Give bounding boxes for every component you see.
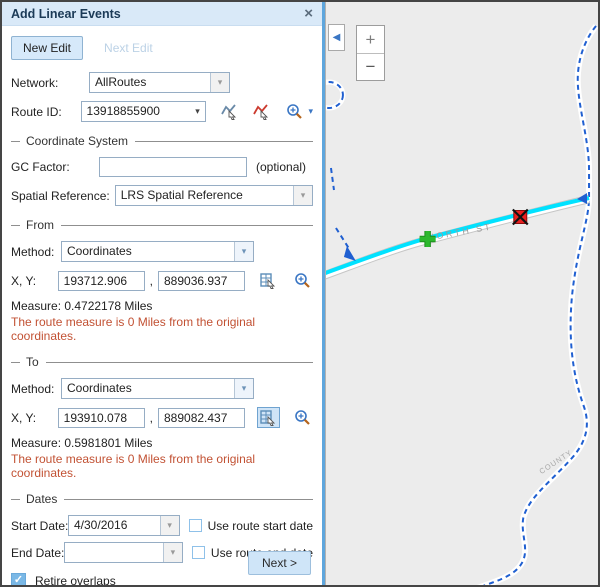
zoom-to-point-icon[interactable] [292, 407, 313, 428]
to-xy-label: X, Y: [11, 411, 58, 425]
coordinate-system-section-header: Coordinate System [11, 134, 313, 148]
from-x-input[interactable] [58, 271, 145, 291]
to-method-label: Method: [11, 382, 61, 396]
map-canvas: NORTH ST COUNTY [326, 2, 598, 585]
to-x-input[interactable] [58, 408, 145, 428]
route-id-value: 13918855900 [82, 102, 190, 121]
gc-factor-label: GC Factor: [11, 160, 99, 174]
network-value: AllRoutes [90, 73, 210, 92]
end-date-value [65, 543, 163, 562]
end-date-dropdown[interactable]: ▾ [64, 542, 183, 563]
stream-casing [477, 26, 596, 585]
dates-section-header: Dates [11, 492, 313, 506]
zoom-to-route-icon[interactable] [284, 101, 305, 122]
spatial-reference-value: LRS Spatial Reference [116, 186, 293, 205]
from-section-header: From [11, 218, 313, 232]
end-date-label: End Date: [11, 546, 64, 560]
select-route-red-icon[interactable] [250, 101, 273, 122]
zoom-out-button[interactable]: − [357, 53, 384, 80]
pond-casing [326, 82, 343, 108]
chevron-down-icon[interactable]: ▾ [293, 186, 312, 205]
optional-hint: (optional) [256, 160, 306, 174]
use-route-start-date-checkbox[interactable] [189, 519, 202, 532]
chevron-down-icon[interactable]: ▾ [308, 106, 313, 117]
check-icon: ✓ [14, 575, 23, 585]
next-edit-button[interactable]: Next Edit [92, 36, 165, 60]
close-icon[interactable]: × [304, 6, 313, 21]
map-view[interactable]: NORTH ST COUNTY ◀ + − [325, 2, 598, 585]
from-warning-text: The route measure is 0 Miles from the or… [11, 315, 313, 343]
tributary-line [336, 228, 350, 250]
gc-factor-input[interactable] [99, 157, 247, 177]
to-point-marker [513, 210, 528, 225]
chevron-down-icon[interactable]: ▾ [160, 516, 179, 535]
retire-overlaps-label: Retire overlaps [35, 574, 116, 586]
chevron-down-icon[interactable]: ▾ [210, 73, 229, 92]
route-id-label: Route ID: [11, 105, 81, 119]
panel-content: New Edit Next Edit Network: AllRoutes ▾ … [2, 26, 322, 585]
road-casing [326, 199, 589, 277]
network-label: Network: [11, 76, 89, 90]
pick-coordinates-icon-active[interactable] [257, 407, 280, 428]
route-id-combobox[interactable]: 13918855900 ▾ [81, 101, 207, 122]
to-section-header: To [11, 355, 313, 369]
from-y-input[interactable] [158, 271, 245, 291]
chevron-down-icon[interactable]: ▾ [234, 242, 253, 261]
chevron-down-icon[interactable]: ▾ [163, 543, 182, 562]
spatial-reference-label: Spatial Reference: [11, 189, 110, 203]
flow-arrow-icon [344, 246, 356, 261]
tributary-line [331, 168, 334, 190]
to-warning-text: The route measure is 0 Miles from the or… [11, 452, 313, 480]
network-dropdown[interactable]: AllRoutes ▾ [89, 72, 230, 93]
zoom-to-point-icon[interactable] [292, 270, 313, 291]
from-method-dropdown[interactable]: Coordinates ▾ [61, 241, 254, 262]
map-zoom-control: + − [356, 25, 385, 81]
use-route-start-date-label: Use route start date [208, 519, 313, 533]
from-method-label: Method: [11, 245, 61, 259]
select-route-icon[interactable] [218, 101, 241, 122]
to-method-value: Coordinates [62, 379, 234, 398]
panel-titlebar: Add Linear Events × [2, 2, 322, 26]
to-legend: To [26, 355, 39, 369]
xy-separator: , [150, 274, 153, 288]
to-method-dropdown[interactable]: Coordinates ▾ [61, 378, 254, 399]
use-route-end-date-checkbox[interactable] [192, 546, 205, 559]
dates-legend: Dates [26, 492, 57, 506]
chevron-down-icon[interactable]: ▾ [234, 379, 253, 398]
start-date-dropdown[interactable]: 4/30/2016 ▾ [68, 515, 180, 536]
start-date-value: 4/30/2016 [69, 516, 160, 535]
next-button[interactable]: Next > [248, 551, 311, 575]
xy-separator: , [150, 411, 153, 425]
retire-overlaps-checkbox[interactable]: ✓ [11, 573, 26, 585]
spatial-reference-dropdown[interactable]: LRS Spatial Reference ▾ [115, 185, 313, 206]
from-legend: From [26, 218, 54, 232]
zoom-in-button[interactable]: + [357, 26, 384, 53]
coordinate-system-legend: Coordinate System [26, 134, 128, 148]
panel-title: Add Linear Events [11, 7, 121, 21]
street-label: NORTH ST [427, 221, 493, 242]
add-linear-events-panel: Add Linear Events × New Edit Next Edit N… [2, 2, 325, 585]
collapse-panel-button[interactable]: ◀ [328, 24, 345, 51]
from-measure-text: Measure: 0.4722178 Miles [11, 299, 313, 313]
from-xy-label: X, Y: [11, 274, 58, 288]
chevron-down-icon[interactable]: ▾ [189, 102, 205, 121]
pick-coordinates-icon[interactable] [257, 270, 280, 291]
to-measure-text: Measure: 0.5981801 Miles [11, 436, 313, 450]
start-date-label: Start Date: [11, 519, 68, 533]
from-method-value: Coordinates [62, 242, 234, 261]
collapse-arrow-icon: ◀ [333, 32, 341, 43]
to-y-input[interactable] [158, 408, 245, 428]
new-edit-button[interactable]: New Edit [11, 36, 83, 60]
application-window: Add Linear Events × New Edit Next Edit N… [0, 0, 600, 587]
